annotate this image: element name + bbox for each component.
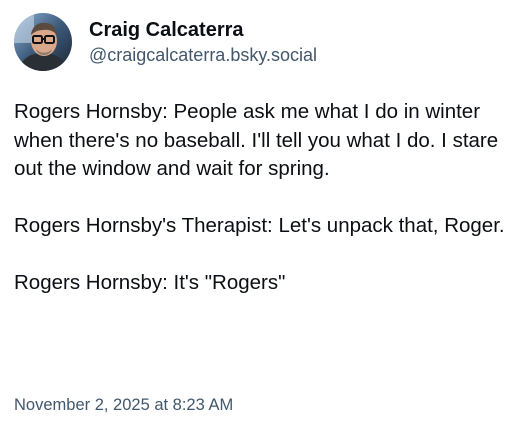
post-paragraph: Rogers Hornsby: People ask me what I do … (14, 100, 499, 180)
author-display-name[interactable]: Craig Calcaterra (89, 17, 317, 43)
post-card: Craig Calcaterra @craigcalcaterra.bsky.s… (0, 0, 525, 421)
person-avatar-icon (14, 13, 72, 71)
post-timestamp[interactable]: November 2, 2025 at 8:23 AM (14, 394, 233, 416)
avatar[interactable] (14, 13, 72, 71)
post-header: Craig Calcaterra @craigcalcaterra.bsky.s… (14, 12, 511, 72)
post-paragraph: Rogers Hornsby: It's "Rogers" (14, 271, 286, 294)
author-identity: Craig Calcaterra @craigcalcaterra.bsky.s… (89, 17, 317, 67)
author-handle[interactable]: @craigcalcaterra.bsky.social (89, 43, 317, 67)
post-paragraph: Rogers Hornsby's Therapist: Let's unpack… (14, 214, 505, 237)
post-text: Rogers Hornsby: People ask me what I do … (14, 98, 511, 298)
